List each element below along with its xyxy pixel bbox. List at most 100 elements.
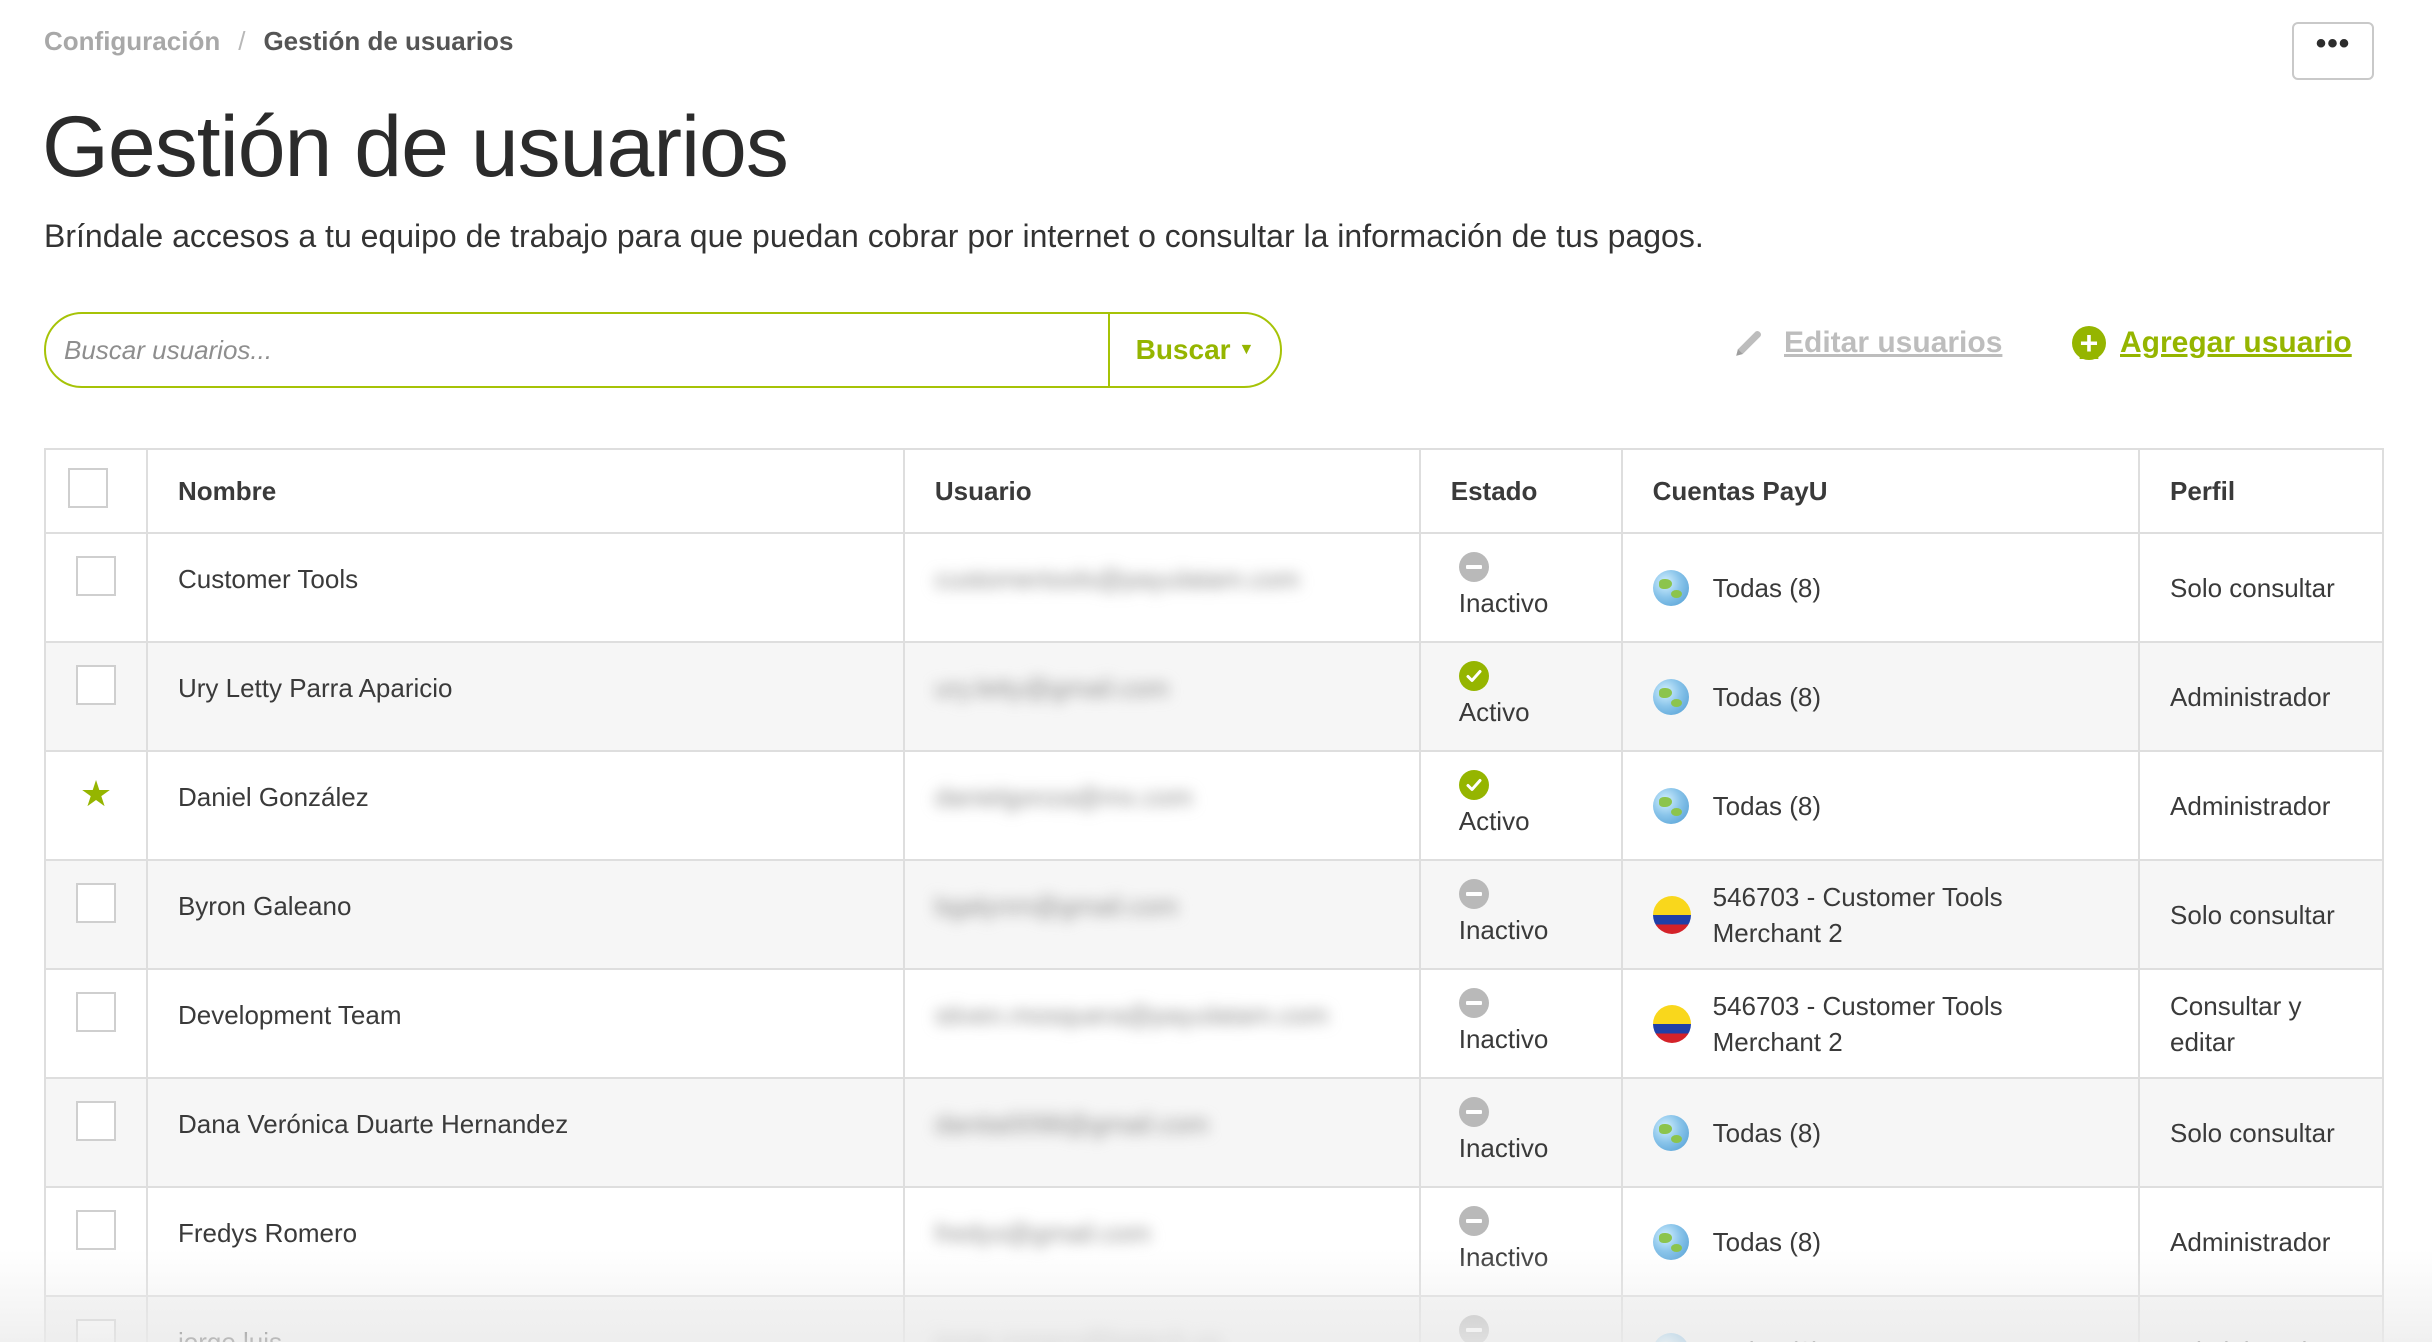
user-email: bgalynm@gmail.com <box>934 891 1178 921</box>
minus-circle-icon <box>1458 1097 1489 1127</box>
header-profile[interactable]: Perfil <box>2138 448 2384 534</box>
search-button-label: Buscar <box>1135 334 1231 365</box>
check-circle-icon <box>1458 770 1489 800</box>
row-select-cell <box>44 1186 148 1297</box>
accounts-cell: Todas (8) <box>1620 532 2141 643</box>
status-label: Activo <box>1458 697 1530 727</box>
user-name: Development Team <box>145 968 905 1079</box>
accounts-cell: Todas (8) <box>1620 1077 2141 1188</box>
user-name: Fredys Romero <box>145 1186 905 1297</box>
status-cell: Inactivo <box>1418 1077 1623 1188</box>
row-checkbox[interactable] <box>75 883 116 923</box>
table-row[interactable]: jorge luis jorge.romero@betech.co Inactivo… <box>44 1295 2384 1342</box>
user-name: Byron Galeano <box>145 859 905 970</box>
table-row[interactable]: Byron Galeano bgalynm@gmail.com Inactivo 54… <box>44 859 2384 970</box>
user-email-cell: danielgonza@mx.com <box>902 750 1421 861</box>
breadcrumb-parent-link[interactable]: Configuración <box>44 26 220 57</box>
row-checkbox[interactable] <box>75 992 116 1032</box>
table-row[interactable]: ★ Daniel González danielgonza@mx.com Activo… <box>44 750 2384 861</box>
profile-label: Solo consultar <box>2170 1117 2335 1148</box>
table-row[interactable]: Fredys Romero fredys@gmail.com Inactivo Tod… <box>44 1186 2384 1297</box>
user-email-cell: jorge.romero@betech.co <box>902 1295 1421 1342</box>
accounts-cell: Todas (8) <box>1620 1295 2141 1342</box>
minus-circle-icon <box>1458 988 1489 1018</box>
table-row[interactable]: Customer Tools customertools@payulatam.co… <box>44 532 2384 643</box>
user-name: Daniel González <box>145 750 905 861</box>
globe-icon <box>1652 1223 1689 1260</box>
minus-circle-icon <box>1458 879 1489 909</box>
status-label: Inactivo <box>1458 588 1549 618</box>
account-label: Todas (8) <box>1712 790 1822 821</box>
status-cell: Inactivo <box>1418 968 1623 1079</box>
star-icon[interactable]: ★ <box>80 773 112 814</box>
breadcrumb: Configuración / Gestión de usuarios <box>44 26 513 57</box>
globe-icon <box>1652 678 1689 715</box>
user-name: Ury Letty Parra Aparicio <box>145 641 905 752</box>
globe-icon <box>1652 1114 1689 1151</box>
page-subtitle: Bríndale accesos a tu equipo de trabajo … <box>44 218 1704 254</box>
minus-circle-icon <box>1458 1206 1489 1236</box>
row-checkbox[interactable] <box>75 1101 116 1141</box>
row-checkbox[interactable] <box>75 665 116 705</box>
search-button[interactable]: Buscar ▼ <box>1108 314 1280 386</box>
row-checkbox[interactable] <box>75 1210 116 1250</box>
user-email-cell: bgalynm@gmail.com <box>902 859 1421 970</box>
row-select-cell <box>44 1077 148 1188</box>
header-user[interactable]: Usuario <box>902 448 1421 534</box>
profile-cell: Solo consultar <box>2138 859 2384 970</box>
users-table: Nombre Usuario Estado Cuentas PayU Perfi… <box>44 448 2384 1342</box>
pencil-icon <box>1736 330 1762 356</box>
edit-users-link[interactable]: Editar usuarios <box>1732 326 2002 360</box>
table-row[interactable]: Ury Letty Parra Aparicio ury.letty@gmail.… <box>44 641 2384 752</box>
header-status[interactable]: Estado <box>1418 448 1623 534</box>
user-email: ury.letty@gmail.com <box>934 673 1169 703</box>
account-label: Todas (8) <box>1712 1117 1822 1148</box>
user-email: danita0098@gmail.com <box>934 1109 1209 1139</box>
minus-circle-icon <box>1458 1315 1489 1342</box>
search-input[interactable] <box>46 314 1108 386</box>
status-cell: Inactivo <box>1418 859 1623 970</box>
row-select-cell <box>44 641 148 752</box>
account-label: 546703 - Customer Tools Merchant 2 <box>1712 990 2003 1057</box>
accounts-cell: 546703 - Customer Tools Merchant 2 <box>1620 968 2141 1079</box>
account-label: Todas (8) <box>1712 681 1822 712</box>
row-select-cell <box>44 859 148 970</box>
accounts-cell: 546703 - Customer Tools Merchant 2 <box>1620 859 2141 970</box>
user-email-cell: fredys@gmail.com <box>902 1186 1421 1297</box>
table-row[interactable]: Development Team stiven.mosquera@payulata… <box>44 968 2384 1079</box>
globe-icon <box>1652 787 1689 824</box>
header-name[interactable]: Nombre <box>145 448 905 534</box>
profile-cell: Solo consultar <box>2138 1077 2384 1188</box>
status-cell: Inactivo <box>1418 1295 1623 1342</box>
user-email: customertools@payulatam.com <box>934 564 1300 594</box>
user-email: danielgonza@mx.com <box>934 782 1193 812</box>
row-select-cell <box>44 968 148 1079</box>
account-label: 546703 - Customer Tools Merchant 2 <box>1712 881 2003 948</box>
status-cell: Inactivo <box>1418 532 1623 643</box>
search-bar: Buscar ▼ <box>44 312 1282 388</box>
add-user-link[interactable]: + Agregar usuario <box>2072 326 2352 360</box>
profile-cell: Administrador <box>2138 1295 2384 1342</box>
accounts-cell: Todas (8) <box>1620 641 2141 752</box>
row-checkbox[interactable] <box>75 1319 116 1342</box>
accounts-cell: Todas (8) <box>1620 750 2141 861</box>
user-email-cell: customertools@payulatam.com <box>902 532 1421 643</box>
table-row[interactable]: Dana Verónica Duarte Hernandez danita0098… <box>44 1077 2384 1188</box>
profile-cell: Administrador <box>2138 641 2384 752</box>
globe-icon <box>1652 569 1689 606</box>
caret-down-icon: ▼ <box>1238 341 1255 358</box>
colombia-flag-icon <box>1652 895 1691 934</box>
user-name: Dana Verónica Duarte Hernandez <box>145 1077 905 1188</box>
user-email: stiven.mosquera@payulatam.com <box>934 1000 1329 1030</box>
check-circle-icon <box>1458 661 1489 691</box>
more-options-button[interactable]: ••• <box>2292 22 2374 80</box>
select-all-checkbox[interactable] <box>68 467 108 508</box>
status-cell: Inactivo <box>1418 1186 1623 1297</box>
user-name: Customer Tools <box>145 532 905 643</box>
account-label: Todas (8) <box>1713 1333 1821 1342</box>
header-accounts[interactable]: Cuentas PayU <box>1620 448 2141 534</box>
status-cell: Activo <box>1418 750 1623 861</box>
header-select-cell <box>44 448 148 534</box>
user-email-cell: stiven.mosquera@payulatam.com <box>902 968 1421 1079</box>
row-checkbox[interactable] <box>75 556 116 596</box>
